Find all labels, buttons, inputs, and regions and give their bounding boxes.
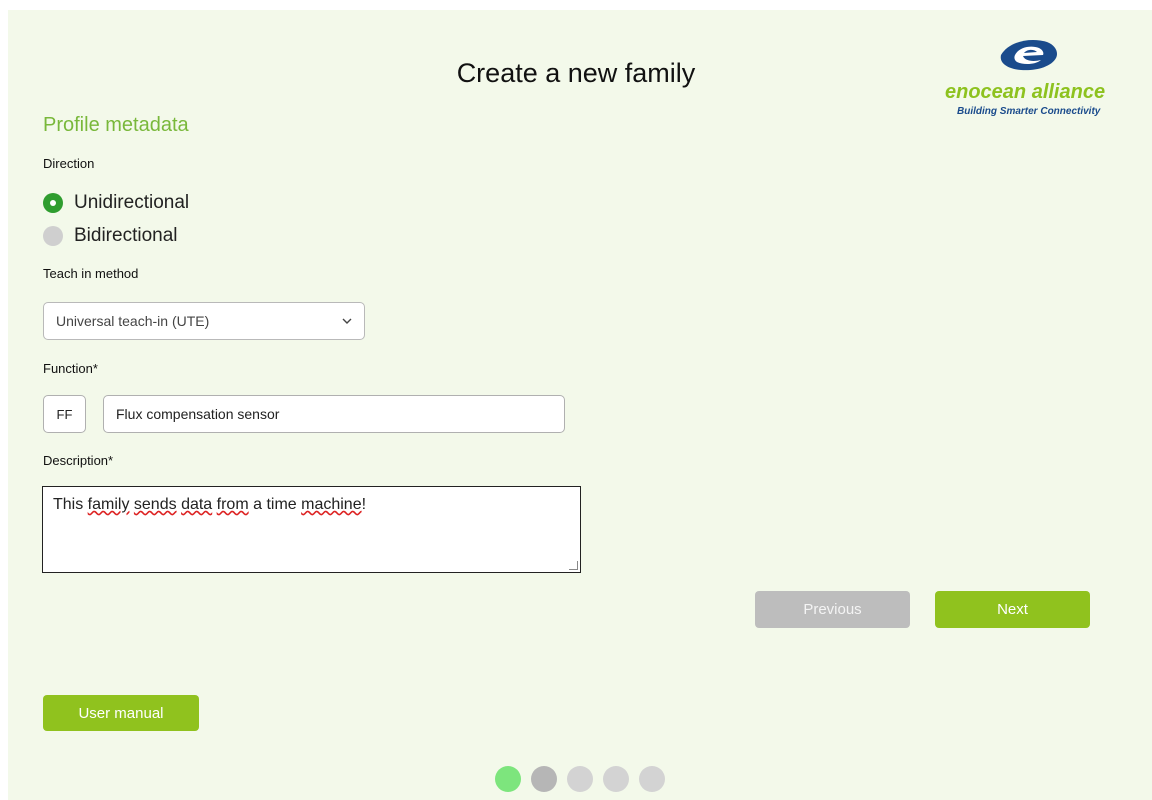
radio-unselected-icon[interactable] — [43, 226, 63, 246]
logo-emblem-icon — [1000, 39, 1057, 71]
radio-bidirectional-label: Bidirectional — [74, 225, 178, 246]
step-dot-1 — [495, 766, 521, 792]
function-label: Function* — [43, 361, 98, 376]
step-dot-3 — [567, 766, 593, 792]
description-textarea[interactable]: This family sends data from a time machi… — [42, 486, 581, 573]
user-manual-button[interactable]: User manual — [43, 695, 199, 731]
function-code-input[interactable]: FF — [43, 395, 86, 433]
step-progress-indicator — [495, 766, 665, 792]
chevron-down-icon — [342, 318, 352, 324]
step-dot-2 — [531, 766, 557, 792]
previous-button[interactable]: Previous — [755, 591, 910, 628]
teach-in-select[interactable]: Universal teach-in (UTE) — [43, 302, 365, 340]
direction-label: Direction — [43, 156, 95, 171]
spellcheck-word: sends — [133, 496, 177, 513]
radio-bidirectional[interactable]: Bidirectional — [43, 225, 178, 247]
radio-selected-icon[interactable] — [43, 193, 63, 213]
step-dot-4 — [603, 766, 629, 792]
spellcheck-word: machine — [301, 496, 362, 513]
logo-brand-text: enocean alliance — [945, 81, 1106, 103]
spellcheck-word: family — [87, 496, 130, 513]
radio-unidirectional-label: Unidirectional — [74, 192, 190, 213]
enocean-alliance-logo: enocean alliance Building Smarter Connec… — [935, 35, 1120, 125]
section-title-profile-metadata: Profile metadata — [43, 114, 189, 136]
spellcheck-word: data — [181, 496, 213, 513]
teach-in-select-value: Universal teach-in (UTE) — [56, 313, 210, 329]
logo-tagline: Building Smarter Connectivity — [957, 106, 1101, 117]
step-dot-5 — [639, 766, 665, 792]
teach-in-label: Teach in method — [43, 266, 139, 281]
next-button[interactable]: Next — [935, 591, 1090, 628]
description-label: Description* — [43, 453, 114, 468]
function-name-input[interactable]: Flux compensation sensor — [103, 395, 565, 433]
resize-handle-icon[interactable] — [569, 561, 578, 570]
spellcheck-word: from — [216, 496, 249, 513]
radio-unidirectional[interactable]: Unidirectional — [43, 192, 189, 214]
